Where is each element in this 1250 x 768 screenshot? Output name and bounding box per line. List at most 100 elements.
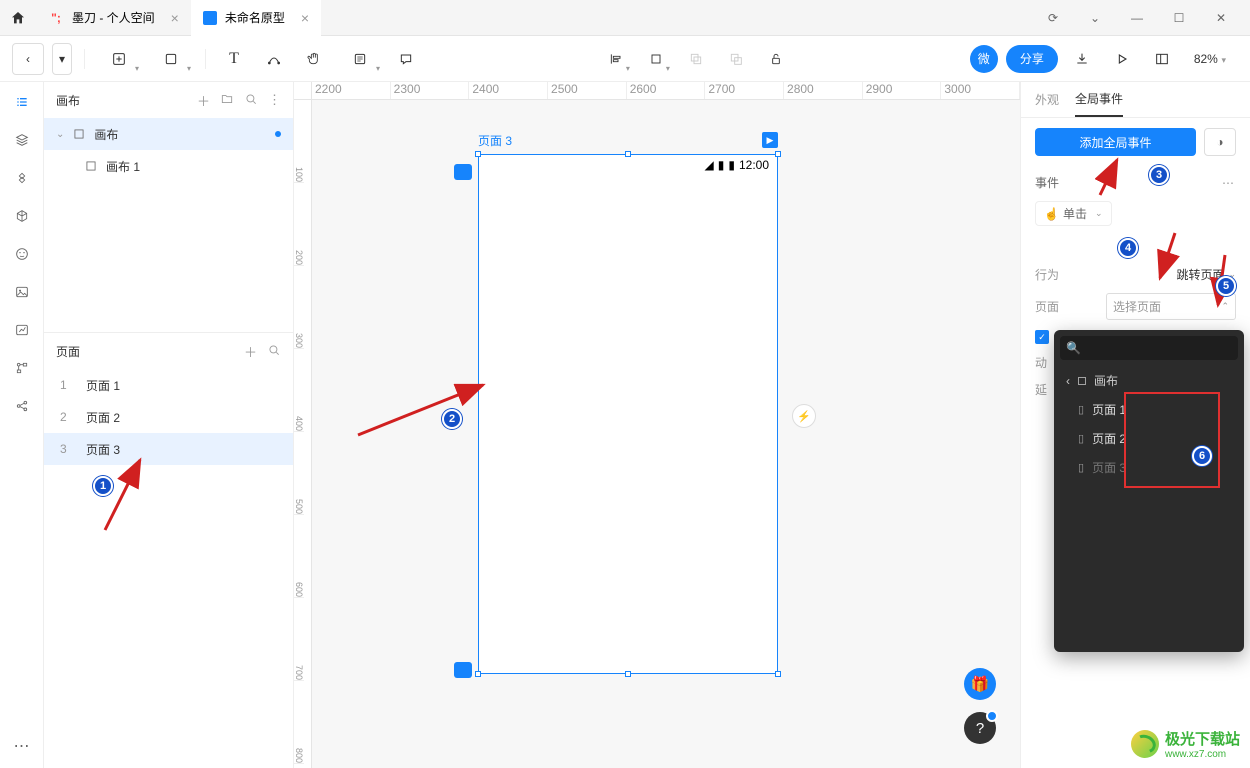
ruler-horizontal: 220023002400250026002700280029003000	[312, 82, 1020, 100]
rail-layers[interactable]	[12, 130, 32, 150]
rail-share[interactable]	[12, 396, 32, 416]
canvas-area[interactable]: 220023002400250026002700280029003000 100…	[294, 82, 1020, 768]
event-more-button[interactable]: ⋯	[1222, 176, 1236, 190]
click-icon: ☝	[1044, 207, 1059, 221]
unlock-button[interactable]	[760, 43, 792, 75]
share-button[interactable]: 分享	[1006, 45, 1058, 73]
panels-button[interactable]	[1146, 43, 1178, 75]
resize-handle[interactable]	[775, 151, 781, 157]
modao-icon: ";	[48, 10, 64, 26]
folder-button[interactable]	[220, 92, 234, 109]
more-canvas-button[interactable]: ⋮	[268, 92, 281, 108]
add-button[interactable]: ▾	[97, 43, 141, 75]
chevron-down-icon[interactable]: ⌄	[1086, 11, 1104, 25]
shape-button[interactable]: ▾	[149, 43, 193, 75]
artboard-tag-top[interactable]	[454, 164, 472, 180]
page-item-3[interactable]: 3页面 3	[44, 433, 293, 465]
dropdown-search-input[interactable]	[1060, 336, 1238, 360]
close-icon[interactable]: ×	[301, 10, 309, 26]
artboard-tag-bottom[interactable]	[454, 662, 472, 678]
tab-workspace[interactable]: "; 墨刀 - 个人空间 ×	[36, 0, 191, 36]
connector-button[interactable]	[258, 43, 290, 75]
artboard-label[interactable]: 页面 3	[478, 132, 512, 149]
maximize-icon[interactable]: ☐	[1170, 11, 1188, 25]
search-page-button[interactable]	[267, 343, 281, 360]
main: ⋯ 画布 ＋ ⋮ ⌄ 画布 画布 1 页面 ＋ 1页面 1 2页面 2 3页面 …	[0, 82, 1250, 768]
resize-handle[interactable]	[475, 671, 481, 677]
hand-button[interactable]	[298, 43, 330, 75]
dropdown-option-3: ▯页面 3	[1054, 453, 1244, 482]
page-dropdown: 🔍 ‹ 画布 ▯页面 1 ▯页面 2 ▯页面 3	[1054, 330, 1244, 652]
resize-handle[interactable]	[625, 151, 631, 157]
text-button[interactable]: T	[218, 43, 250, 75]
pages-section-header: 页面 ＋	[44, 333, 293, 369]
rail-widgets[interactable]	[12, 206, 32, 226]
frame-icon	[648, 51, 664, 67]
back-button[interactable]: ‹	[12, 43, 44, 75]
artboard[interactable]: 页面 3 ▶ ◢ ▮ ▮ 12:00 ⚡	[478, 154, 778, 674]
comment-icon	[398, 51, 414, 67]
rail-components[interactable]	[12, 168, 32, 188]
plus-square-icon	[111, 51, 127, 67]
download-button[interactable]	[1066, 43, 1098, 75]
gift-button[interactable]: 🎁	[964, 668, 996, 700]
minimize-icon[interactable]: —	[1128, 11, 1146, 25]
refresh-icon[interactable]: ⟳	[1044, 11, 1062, 25]
page-field: 页面 选择页面 ⌃	[1035, 293, 1236, 320]
resize-handle[interactable]	[475, 151, 481, 157]
wifi-icon: ▮	[718, 158, 725, 172]
dropdown-breadcrumb[interactable]: ‹ 画布	[1054, 366, 1244, 395]
home-button[interactable]	[0, 10, 36, 26]
battery-icon: ▮	[728, 158, 735, 172]
close-icon[interactable]: ×	[171, 10, 179, 26]
tab-global-events[interactable]: 全局事件	[1075, 90, 1123, 117]
lightning-badge[interactable]: ⚡	[792, 404, 816, 428]
tree-root-canvas[interactable]: ⌄ 画布	[44, 118, 293, 150]
history-dropdown[interactable]: ▾	[52, 43, 72, 75]
add-page-button[interactable]: ＋	[244, 342, 257, 361]
frame-button[interactable]: ▾	[640, 43, 672, 75]
artboard-play-button[interactable]: ▶	[762, 132, 778, 148]
zoom-level[interactable]: 82% ▾	[1194, 51, 1226, 66]
action-value[interactable]: 跳转页面	[1176, 266, 1224, 283]
rail-flow[interactable]	[12, 358, 32, 378]
signal-icon: ◢	[705, 158, 714, 172]
checkbox[interactable]: ✓	[1035, 330, 1049, 344]
note-icon	[352, 51, 368, 67]
resize-handle[interactable]	[775, 671, 781, 677]
rail-image[interactable]	[12, 282, 32, 302]
page-item-1[interactable]: 1页面 1	[44, 369, 293, 401]
page-item-2[interactable]: 2页面 2	[44, 401, 293, 433]
dropdown-option-2[interactable]: ▯页面 2	[1054, 424, 1244, 453]
rail-chart[interactable]	[12, 320, 32, 340]
right-panel-tabs: 外观 全局事件	[1021, 82, 1250, 118]
add-canvas-button[interactable]: ＋	[197, 91, 210, 110]
play-button[interactable]	[1106, 43, 1138, 75]
search-canvas-button[interactable]	[244, 92, 258, 109]
help-button[interactable]: ?	[964, 712, 996, 744]
chart-icon	[14, 322, 30, 338]
align-left-button[interactable]: ▾	[600, 43, 632, 75]
close-window-icon[interactable]: ✕	[1212, 11, 1230, 25]
tab-appearance[interactable]: 外观	[1035, 91, 1059, 116]
rail-emoji[interactable]	[12, 244, 32, 264]
dropdown-option-1[interactable]: ▯页面 1	[1054, 395, 1244, 424]
trigger-chip[interactable]: ☝ 单击 ⌄	[1035, 201, 1112, 226]
note-button[interactable]: ▾	[338, 43, 382, 75]
copy-button[interactable]	[680, 43, 712, 75]
resize-handle[interactable]	[625, 671, 631, 677]
rail-more[interactable]: ⋯	[12, 736, 32, 756]
rail-list[interactable]	[12, 92, 32, 112]
tree-child-canvas[interactable]: 画布 1	[44, 150, 293, 182]
lightning-button[interactable]: ◑	[1204, 128, 1236, 156]
artboard-frame[interactable]: ◢ ▮ ▮ 12:00	[478, 154, 778, 674]
add-global-event-button[interactable]: 添加全局事件	[1035, 128, 1196, 156]
wei-badge[interactable]: 微	[970, 45, 998, 73]
overlap-icon	[728, 51, 744, 67]
tab-prototype[interactable]: 未命名原型 ×	[191, 0, 321, 36]
group-button[interactable]	[720, 43, 752, 75]
page-select[interactable]: 选择页面 ⌃	[1106, 293, 1236, 320]
comment-button[interactable]	[390, 43, 422, 75]
watermark: 极光下载站 www.xz7.com	[1131, 728, 1240, 760]
titlebar: "; 墨刀 - 个人空间 × 未命名原型 × ⟳ ⌄ — ☐ ✕	[0, 0, 1250, 36]
